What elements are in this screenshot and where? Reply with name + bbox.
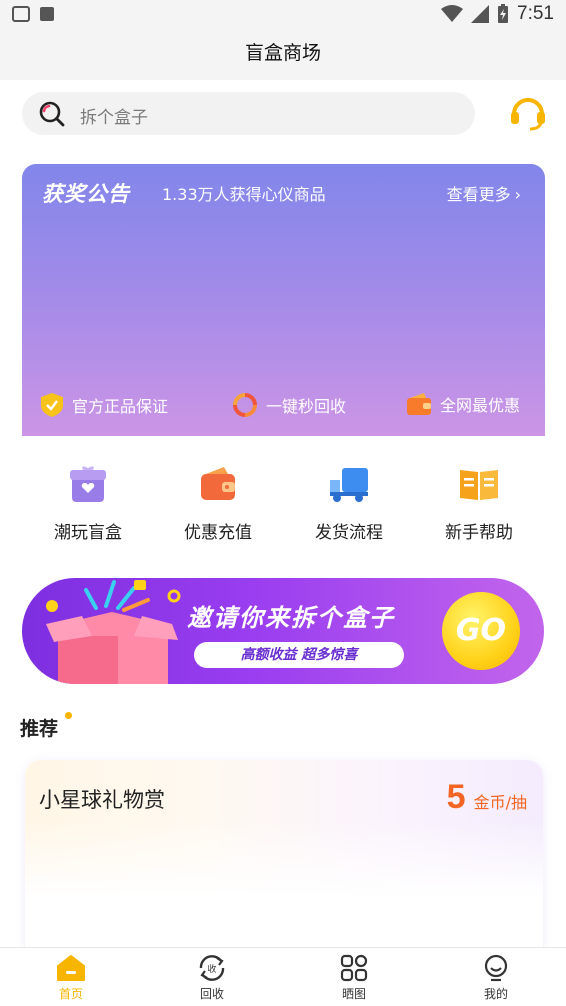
announcement-subtitle: 1.33万人获得心仪商品 [162, 185, 326, 204]
chevron-right-icon: › [514, 185, 521, 204]
go-button-label: GO [455, 613, 507, 648]
nav-recycle[interactable]: 收 回收 [172, 954, 252, 1002]
app-header: 盲盒商场 [0, 30, 566, 80]
quick-link-label: 新手帮助 [445, 523, 513, 543]
search-bar[interactable]: 拆个盒子 [22, 92, 475, 135]
truck-icon [330, 468, 368, 502]
cell-signal-icon [471, 5, 490, 23]
clock: 7:51 [517, 3, 554, 24]
guarantee-authentic: 官方正品保证 [40, 392, 168, 418]
status-bar: 7:51 [0, 0, 566, 30]
search-icon [39, 101, 65, 127]
gift-box-icon [70, 466, 106, 502]
nav-label: 回收 [199, 987, 224, 1001]
bottom-navigation: 首页 收 回收 晒图 我的 [0, 947, 566, 1006]
card-fade [25, 820, 543, 960]
recycle-icon: 收 [199, 955, 225, 981]
invite-banner[interactable]: 邀请你来拆个盒子 高额收益 超多惊喜 GO [22, 578, 544, 684]
nav-profile[interactable]: 我的 [456, 954, 536, 1002]
guarantee-label: 全网最优惠 [440, 396, 521, 415]
guarantee-label: 官方正品保证 [72, 397, 169, 416]
grid-icon [340, 954, 368, 982]
guarantee-recycle: 一键秒回收 [232, 392, 346, 418]
product-price: 5 金币/抽 [447, 778, 527, 817]
quick-link-label: 优惠充值 [184, 523, 252, 543]
home-icon [57, 955, 85, 981]
battery-charging-icon [498, 4, 509, 23]
headset-icon[interactable] [508, 92, 548, 132]
nav-label: 晒图 [341, 987, 366, 1001]
nav-label: 首页 [58, 987, 83, 1001]
wifi-icon [441, 5, 464, 22]
section-dot [65, 712, 72, 719]
go-button[interactable]: GO [442, 592, 520, 670]
guarantee-best-price: 全网最优惠 [406, 392, 520, 416]
section-title-recommend: 推荐 [20, 718, 59, 740]
nav-home[interactable]: 首页 [31, 954, 111, 1002]
app-notification-icon [12, 6, 30, 22]
notification-icons [12, 6, 54, 22]
view-more-link[interactable]: 查看更多 › [447, 181, 521, 205]
nav-label: 我的 [483, 987, 508, 1001]
recycle-icon [233, 393, 257, 417]
profile-icon [484, 954, 508, 982]
search-input[interactable]: 拆个盒子 [80, 103, 148, 128]
quick-link-recharge[interactable]: 优惠充值 [153, 464, 283, 543]
guarantee-label: 一键秒回收 [266, 397, 347, 416]
view-more-label: 查看更多 [446, 185, 511, 204]
quick-link-help[interactable]: 新手帮助 [414, 464, 544, 543]
invite-tagline: 高额收益 超多惊喜 [240, 647, 358, 663]
product-card[interactable]: 小星球礼物赏 5 金币/抽 [25, 760, 543, 960]
price-amount: 5 [446, 778, 466, 816]
product-name: 小星球礼物赏 [39, 788, 165, 812]
winners-announcement-banner[interactable]: 获奖公告 1.33万人获得心仪商品 查看更多 › 官方正品保证 一键秒回收 全网最… [22, 164, 545, 436]
announcement-title: 获奖公告 [42, 182, 130, 206]
svg-text:收: 收 [207, 963, 216, 975]
system-indicators: 7:51 [441, 3, 554, 25]
invite-tagline-pill: 高额收益 超多惊喜 [194, 642, 404, 668]
quick-link-shipping[interactable]: 发货流程 [284, 464, 414, 543]
price-unit: 金币/抽 [473, 793, 527, 812]
app-notification-icon [40, 7, 54, 21]
quick-link-label: 发货流程 [315, 523, 383, 543]
wallet-icon [201, 467, 235, 500]
book-icon [460, 470, 498, 500]
nav-gallery[interactable]: 晒图 [314, 954, 394, 1002]
shield-check-icon [41, 393, 63, 417]
quick-link-label: 潮玩盲盒 [54, 523, 122, 543]
quick-link-blind-box[interactable]: 潮玩盲盒 [23, 464, 153, 543]
open-gift-box-illustration [46, 580, 181, 684]
invite-title: 邀请你来拆个盒子 [187, 604, 395, 632]
wallet-icon [407, 393, 431, 415]
page-title: 盲盒商场 [244, 42, 321, 64]
